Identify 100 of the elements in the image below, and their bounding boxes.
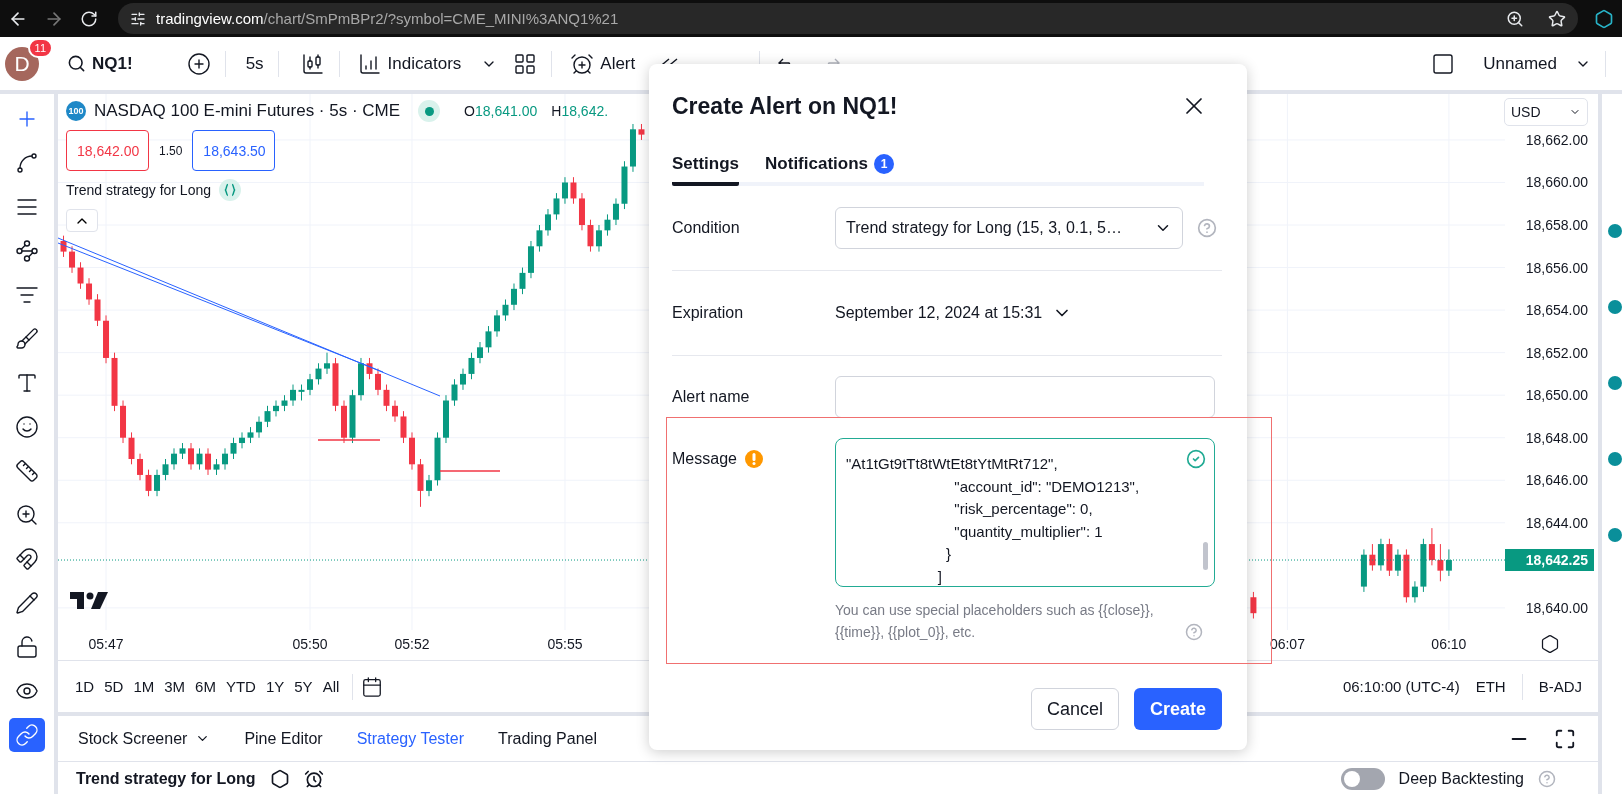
create-button[interactable]: Create bbox=[1134, 688, 1222, 730]
condition-select[interactable]: Trend strategy for Long (15, 3, 0.1, 5… bbox=[835, 207, 1183, 249]
candlestick bbox=[77, 261, 84, 290]
dialog-tab[interactable]: Notifications 1 bbox=[765, 148, 894, 186]
alarm-clock-icon[interactable] bbox=[303, 769, 324, 789]
field-label: Condition bbox=[672, 219, 740, 237]
candlestick bbox=[94, 293, 101, 327]
layout-name-button[interactable]: Unnamed bbox=[1477, 49, 1563, 78]
candlestick bbox=[476, 341, 483, 364]
adjustment-button[interactable]: B-ADJ bbox=[1530, 678, 1590, 695]
count-badge: 1 bbox=[874, 154, 894, 174]
zoom-icon[interactable] bbox=[1506, 9, 1524, 28]
pencil-icon bbox=[15, 591, 39, 615]
plus-circle-icon bbox=[186, 51, 211, 76]
braces-icon bbox=[219, 179, 241, 201]
square-icon bbox=[1431, 51, 1456, 76]
ohlc-label: H bbox=[551, 103, 562, 119]
time-label: 05:55 bbox=[547, 636, 583, 652]
range-button[interactable]: 5D bbox=[99, 674, 129, 699]
link-tool[interactable] bbox=[9, 718, 45, 752]
cancel-button[interactable]: Cancel bbox=[1031, 688, 1119, 730]
site-settings-icon[interactable] bbox=[130, 10, 146, 27]
time-label: 05:52 bbox=[394, 636, 430, 652]
ruler-icon bbox=[15, 459, 39, 483]
candlestick bbox=[493, 309, 500, 338]
candlestick bbox=[510, 283, 517, 311]
expiration-dropdown[interactable]: September 12, 2024 at 15:31 bbox=[835, 303, 1222, 323]
logo-icon bbox=[70, 592, 108, 609]
price-label: 18,644.00 bbox=[1525, 514, 1588, 531]
reload-icon[interactable] bbox=[80, 9, 98, 28]
candlestick bbox=[570, 176, 577, 205]
notification-badge: 11 bbox=[27, 37, 53, 58]
candlestick bbox=[425, 474, 432, 497]
field-label: Message bbox=[672, 450, 737, 468]
candlestick bbox=[604, 213, 611, 237]
address-bar[interactable]: tradingview.com/chart/SmPmBPr2/?symbol=CME_MINI%3ANQ1%21 bbox=[118, 3, 1578, 34]
symbol-badge: 100 bbox=[66, 101, 86, 121]
circle-icon bbox=[1608, 224, 1622, 238]
grid-icon bbox=[513, 51, 538, 76]
ohlc-label: O bbox=[464, 103, 475, 119]
deep-backtesting-switch[interactable] bbox=[1340, 768, 1385, 790]
candlestick bbox=[468, 352, 475, 380]
panel-tab[interactable]: Trading Panel bbox=[487, 723, 607, 754]
message-field[interactable]: "At1tGt9tTt8tWtEt8tYtMtRt712", "account_id": "DEMO1213", "risk_percentage": 0, "quantity_multiplier": 1 } ] bbox=[835, 438, 1215, 587]
interval-button[interactable]: 5s bbox=[239, 49, 270, 78]
candlestick bbox=[451, 378, 458, 407]
scrollbar[interactable] bbox=[1203, 542, 1208, 570]
range-button[interactable]: YTD bbox=[220, 674, 261, 699]
dialog-tab[interactable]: Settings bbox=[672, 148, 740, 186]
price-label: 18,646.00 bbox=[1525, 472, 1588, 489]
indicators-button[interactable]: Indicators bbox=[351, 47, 468, 80]
study-name: Trend strategy for Long bbox=[66, 182, 211, 198]
buy-button[interactable]: 18,643.50 bbox=[192, 130, 276, 171]
candlestick bbox=[222, 447, 229, 471]
extension-icon[interactable] bbox=[1594, 8, 1614, 29]
brush-icon bbox=[15, 327, 39, 351]
candlestick bbox=[290, 384, 297, 407]
candlestick bbox=[595, 224, 602, 253]
candlestick bbox=[264, 405, 271, 428]
range-button[interactable]: 1M bbox=[128, 674, 160, 699]
panel-tab[interactable]: Strategy Tester bbox=[346, 723, 474, 754]
session-button[interactable]: ETH bbox=[1467, 678, 1514, 695]
price-label: 18,650.00 bbox=[1525, 387, 1588, 404]
calendar-icon[interactable] bbox=[361, 675, 384, 698]
candlestick bbox=[502, 298, 509, 322]
bookmark-star-icon[interactable] bbox=[1548, 9, 1566, 28]
range-button[interactable]: 5Y bbox=[289, 674, 318, 699]
candlestick bbox=[128, 431, 135, 465]
currency-select[interactable]: USD bbox=[1504, 98, 1588, 126]
range-button[interactable]: 3M bbox=[159, 674, 191, 699]
range-button[interactable]: All bbox=[317, 674, 345, 699]
candlestick bbox=[69, 245, 76, 274]
switch-label: Deep Backtesting bbox=[1398, 770, 1524, 788]
alert-button[interactable]: Alert bbox=[564, 47, 642, 80]
candlestick bbox=[587, 219, 594, 253]
candlestick bbox=[1445, 548, 1452, 577]
candlestick bbox=[230, 437, 237, 460]
candlestick bbox=[315, 362, 322, 386]
panel-tab[interactable]: Pine Editor bbox=[234, 723, 333, 754]
field-label: Alert name bbox=[672, 388, 750, 406]
price-label: 18,660.00 bbox=[1525, 174, 1588, 191]
panel-tab[interactable]: Stock Screener bbox=[68, 723, 221, 754]
range-button[interactable]: 1D bbox=[70, 674, 100, 699]
candlestick bbox=[1428, 527, 1435, 566]
symbol-search-button[interactable]: NQ1! bbox=[61, 49, 139, 78]
price-label: 18,640.00 bbox=[1525, 599, 1588, 616]
candlestick bbox=[324, 352, 330, 375]
candlestick bbox=[485, 325, 492, 354]
candlestick bbox=[1437, 543, 1444, 582]
range-button[interactable]: 1Y bbox=[260, 674, 290, 699]
candlestick bbox=[612, 197, 619, 226]
maximize-icon[interactable] bbox=[1554, 727, 1576, 750]
spread-value: 1.50 bbox=[158, 143, 184, 158]
strategy-name: Trend strategy for Long bbox=[76, 770, 256, 788]
input-field[interactable] bbox=[835, 376, 1215, 418]
url-host: tradingview.com bbox=[156, 10, 264, 27]
collapse-button[interactable] bbox=[66, 209, 98, 232]
dialog-title: Create Alert on NQ1! bbox=[672, 92, 898, 120]
range-button[interactable]: 6M bbox=[190, 674, 221, 699]
sell-button[interactable]: 18,642.00 bbox=[66, 130, 149, 171]
